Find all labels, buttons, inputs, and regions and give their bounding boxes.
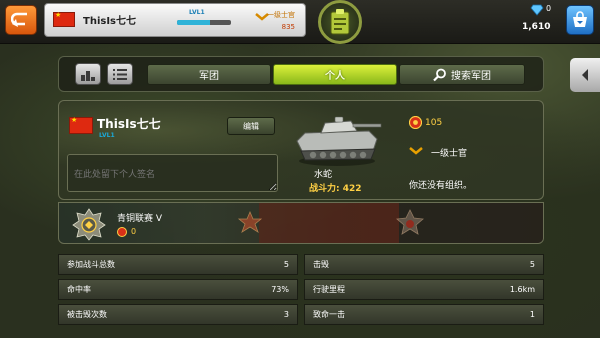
league-score: 0 — [131, 227, 137, 236]
tank-image — [296, 116, 382, 166]
stat-label: 参加战斗总数 — [67, 260, 115, 269]
xp-progress-fill — [177, 20, 211, 25]
stat-label: 行驶里程 — [313, 285, 345, 294]
back-button[interactable] — [5, 5, 37, 35]
stat-row: 参加战斗总数 5 — [58, 254, 298, 275]
guild-status: 你还没有组织。 — [409, 181, 473, 191]
edit-button-label: 编辑 — [243, 121, 259, 131]
tab-bar: 军团 个人 搜索军团 — [58, 56, 544, 92]
silver-league-emblem-icon — [237, 211, 263, 233]
tab-legion-label: 军团 — [199, 71, 219, 82]
stat-label: 命中率 — [67, 285, 91, 294]
back-arrow-icon — [11, 12, 27, 27]
stat-label: 致命一击 — [313, 310, 345, 319]
tank-emblem-icon[interactable] — [318, 0, 362, 44]
tank-name: 水蛇 — [314, 170, 333, 180]
medal-icon — [117, 227, 127, 237]
profile-card: ThisIs七七 LVL1 编辑 水蛇 战斗力: 422 105 一级士官 你还… — [58, 100, 544, 200]
tab-personal[interactable]: 个人 — [273, 64, 397, 85]
ore-count: 835 — [281, 23, 295, 31]
stat-row: 致命一击 1 — [304, 304, 544, 325]
medal-icon — [409, 116, 422, 129]
stats-table: 参加战斗总数 5 击毁 5 命中率 73% 行驶里程 1.6km 被击毁次数 3… — [58, 250, 544, 332]
stat-row: 行驶里程 1.6km — [304, 279, 544, 300]
xp-progress-bar — [177, 20, 231, 25]
search-icon — [433, 68, 446, 81]
profile-rank: 一级士官 — [431, 149, 468, 159]
shop-button[interactable] — [566, 5, 594, 35]
stat-value: 1 — [529, 310, 535, 319]
top-bar: ThisIs七七 LVL1 一级士官 835 0 1,610 — [0, 0, 600, 44]
list-icon — [113, 68, 127, 80]
china-flag-icon — [53, 11, 75, 27]
tab-search-legion-label: 搜索军团 — [451, 71, 491, 82]
list-button[interactable] — [107, 63, 133, 85]
bronze-league-badge-icon — [72, 208, 106, 241]
profile-name: ThisIs七七 — [97, 117, 161, 131]
stat-value: 5 — [529, 260, 535, 269]
tab-personal-label: 个人 — [325, 71, 345, 82]
stat-value: 5 — [283, 260, 289, 269]
podium-icon — [81, 70, 95, 81]
gold-league-emblem-icon — [396, 209, 424, 235]
league-name: 青铜联赛 V — [117, 214, 163, 224]
china-flag-icon — [69, 116, 93, 134]
league-strip[interactable]: 青铜联赛 V 0 — [58, 202, 544, 244]
tab-legion[interactable]: 军团 — [147, 64, 271, 85]
rank-name: 一级士官 — [267, 11, 295, 19]
rank-chevron-icon — [409, 147, 423, 155]
stat-row: 命中率 73% — [58, 279, 298, 300]
stat-row: 被击毁次数 3 — [58, 304, 298, 325]
player-info-panel[interactable]: ThisIs七七 LVL1 一级士官 835 — [44, 3, 306, 37]
signature-input[interactable] — [67, 154, 278, 192]
tab-search-legion[interactable]: 搜索军团 — [399, 64, 525, 85]
profile-level: LVL1 — [99, 132, 115, 139]
stat-value: 1.6km — [509, 285, 535, 294]
medal-count: 105 — [425, 118, 443, 128]
stat-value: 3 — [283, 310, 289, 319]
stat-row: 击毁 5 — [304, 254, 544, 275]
stat-label: 击毁 — [313, 260, 329, 269]
podium-button[interactable] — [75, 63, 101, 85]
arrow-left-icon — [582, 69, 588, 81]
silver-count: 1,610 — [522, 22, 551, 32]
diamond-icon — [530, 4, 544, 16]
store-icon — [573, 11, 587, 27]
diamond-count: 0 — [546, 4, 552, 13]
player-level: LVL1 — [189, 9, 205, 16]
edit-button[interactable]: 编辑 — [227, 117, 275, 135]
battle-power: 战斗力: 422 — [309, 184, 362, 194]
league-segment-red — [259, 203, 399, 243]
side-panel-toggle[interactable] — [570, 58, 600, 92]
stat-label: 被击毁次数 — [67, 310, 107, 319]
clipboard-icon — [330, 9, 350, 35]
stat-value: 73% — [271, 285, 289, 294]
player-name: ThisIs七七 — [83, 16, 136, 27]
